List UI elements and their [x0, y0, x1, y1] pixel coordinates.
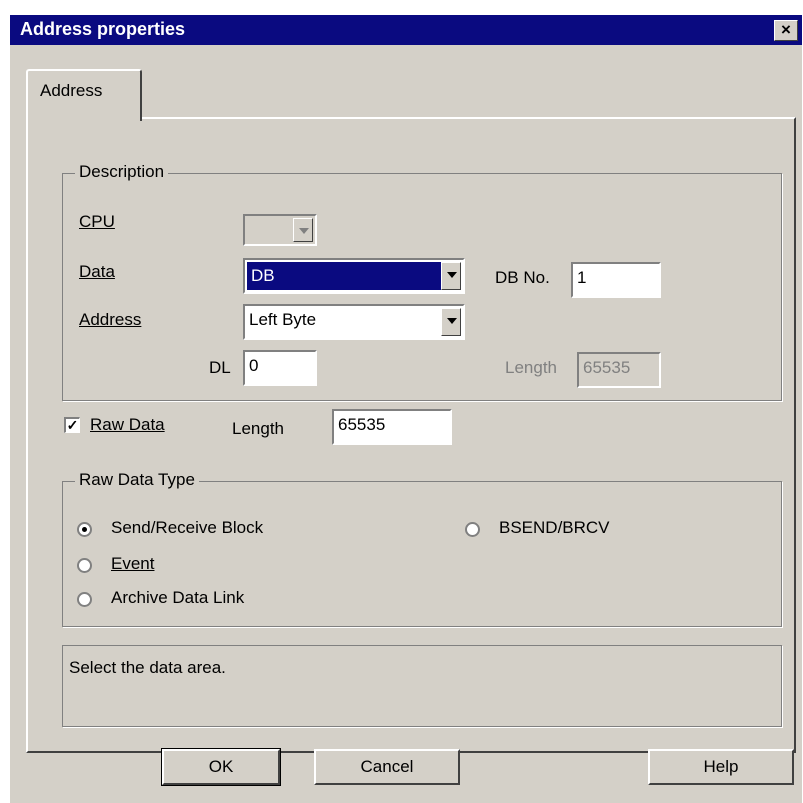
close-button[interactable]: × [774, 20, 798, 41]
length-label-disabled: Length [505, 358, 557, 377]
archive-data-link-radio[interactable] [77, 592, 92, 607]
raw-length-label: Length [232, 419, 284, 438]
data-dropdown-arrow-icon[interactable] [441, 262, 461, 290]
cpu-label-text: CPU [79, 212, 115, 231]
address-dropdown-arrow-icon[interactable] [441, 308, 461, 336]
dl-value: 0 [249, 356, 259, 375]
address-properties-dialog: Address properties × Address Description… [10, 15, 802, 803]
cancel-button[interactable]: Cancel [314, 749, 460, 785]
address-value: Left Byte [249, 310, 317, 329]
address-dropdown[interactable]: Left Byte [243, 304, 465, 340]
data-label: Data [79, 262, 115, 282]
description-legend: Description [75, 162, 169, 182]
raw-data-type-group: Raw Data Type Send/Receive Block BSEND/B… [62, 470, 782, 627]
length-value-disabled: 65535 [583, 358, 631, 377]
send-receive-block-label[interactable]: Send/Receive Block [111, 518, 263, 538]
db-no-value: 1 [577, 268, 587, 287]
cpu-dropdown [243, 214, 317, 246]
cpu-dropdown-arrow-icon [293, 218, 313, 242]
archive-data-link-label[interactable]: Archive Data Link [111, 588, 244, 608]
address-label-text: Address [79, 310, 142, 329]
event-label-text: Event [111, 554, 155, 573]
raw-data-label-text: Raw Data [90, 415, 165, 434]
data-dropdown[interactable]: DB [243, 258, 465, 294]
help-button[interactable]: Help [648, 749, 794, 785]
raw-length-input[interactable]: 65535 [332, 409, 452, 445]
dl-input[interactable]: 0 [243, 350, 317, 386]
data-value: DB [251, 266, 275, 285]
raw-length-value: 65535 [338, 415, 386, 434]
data-label-text: Data [79, 262, 115, 281]
send-receive-block-radio[interactable] [77, 522, 92, 537]
hint-box: Select the data area. [62, 645, 782, 727]
hint-text: Select the data area. [69, 658, 226, 677]
event-radio[interactable] [77, 558, 92, 573]
db-no-label: DB No. [495, 268, 550, 287]
length-input-disabled: 65535 [577, 352, 661, 388]
raw-data-checkbox[interactable]: ✓ [64, 417, 80, 433]
event-label[interactable]: Event [111, 554, 154, 574]
tab-address[interactable]: Address [26, 69, 142, 121]
raw-data-label[interactable]: Raw Data [90, 415, 165, 435]
raw-data-type-legend: Raw Data Type [75, 470, 199, 490]
db-no-input[interactable]: 1 [571, 262, 661, 298]
ok-button[interactable]: OK [161, 748, 281, 786]
description-group: Description CPU Data DB DB No. 1 Address… [62, 162, 782, 401]
address-label: Address [79, 310, 141, 330]
title-bar: Address properties × [10, 15, 802, 45]
tab-address-label: Address [40, 81, 103, 100]
tab-panel: Description CPU Data DB DB No. 1 Address… [26, 117, 796, 753]
dl-label: DL [209, 358, 231, 377]
window-title: Address properties [20, 19, 186, 39]
cpu-label: CPU [79, 212, 115, 232]
bsend-brcv-label[interactable]: BSEND/BRCV [499, 518, 610, 538]
bsend-brcv-radio[interactable] [465, 522, 480, 537]
data-selection-highlight: DB [247, 262, 441, 290]
